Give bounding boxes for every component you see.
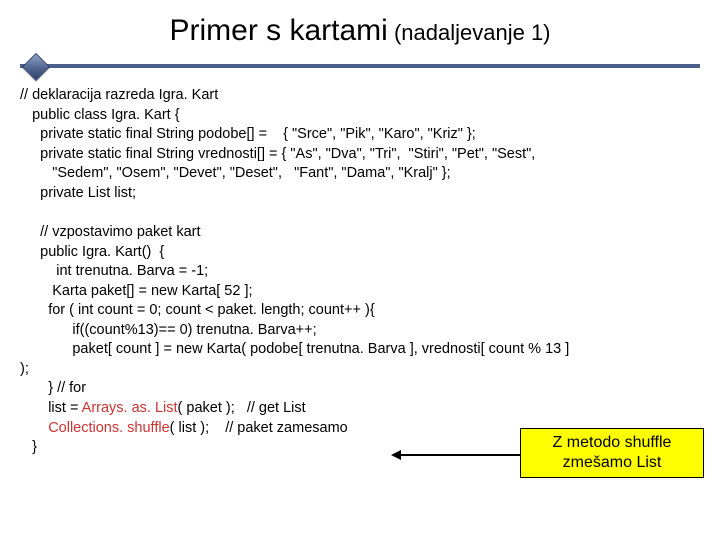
code-text: list = xyxy=(20,400,82,416)
page-subtitle: (nadaljevanje 1) xyxy=(388,20,551,45)
code-line: // vzpostavimo paket kart xyxy=(20,223,700,243)
code-line: if((count%13)== 0) trenutna. Barva++; xyxy=(20,321,700,341)
code-line: private static final String vrednosti[] … xyxy=(20,145,700,165)
code-line: ); xyxy=(20,360,700,380)
code-line: "Sedem", "Osem", "Devet", "Deset", "Fant… xyxy=(20,164,700,184)
code-line: int trenutna. Barva = -1; xyxy=(20,262,700,282)
code-line: list = Arrays. as. List( paket ); // get… xyxy=(20,399,700,419)
diamond-icon xyxy=(22,53,50,81)
code-blank xyxy=(20,203,700,223)
rule-line xyxy=(20,64,700,68)
code-highlight: Arrays. as. List xyxy=(82,400,178,416)
callout-line: zmešamo List xyxy=(563,454,662,471)
code-line: } // for xyxy=(20,379,700,399)
slide: Primer s kartami (nadaljevanje 1) // dek… xyxy=(0,0,720,540)
code-block: // deklaracija razreda Igra. Kart public… xyxy=(20,86,700,458)
page-title: Primer s kartami xyxy=(169,14,387,47)
arrow-left-icon xyxy=(400,454,520,456)
code-line: private List list; xyxy=(20,184,700,204)
code-text xyxy=(20,420,48,436)
code-text: ( paket ); // get List xyxy=(178,400,306,416)
code-line: private static final String podobe[] = {… xyxy=(20,125,700,145)
code-line: // deklaracija razreda Igra. Kart xyxy=(20,86,700,106)
callout-line: Z metodo shuffle xyxy=(553,434,672,451)
title-rule xyxy=(20,60,700,72)
code-line: for ( int count = 0; count < paket. leng… xyxy=(20,301,700,321)
callout-box: Z metodo shuffle zmešamo List xyxy=(520,428,704,478)
code-line: paket[ count ] = new Karta( podobe[ tren… xyxy=(20,340,700,360)
code-line: public Igra. Kart() { xyxy=(20,243,700,263)
code-line: Karta paket[] = new Karta[ 52 ]; xyxy=(20,282,700,302)
code-line: public class Igra. Kart { xyxy=(20,106,700,126)
code-highlight: Collections. shuffle xyxy=(48,420,169,436)
code-text: ( list ); // paket zamesamo xyxy=(170,420,348,436)
title-row: Primer s kartami (nadaljevanje 1) xyxy=(20,14,700,48)
